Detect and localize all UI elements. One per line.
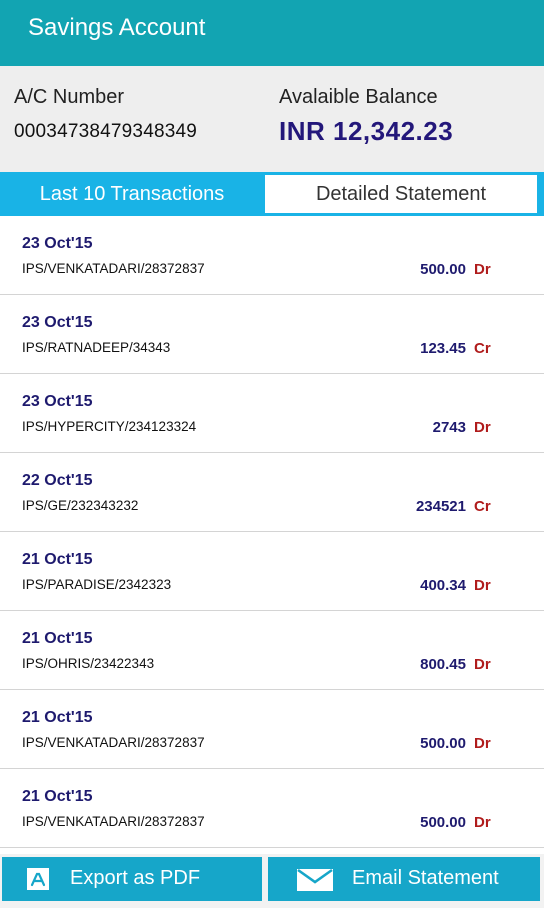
transaction-type: Dr bbox=[474, 577, 491, 594]
transaction-date: 23 Oct'15 bbox=[22, 235, 93, 252]
tab-last-10-transactions[interactable]: Last 10 Transactions bbox=[0, 172, 264, 216]
balance-amount: INR 12,342.23 bbox=[279, 116, 454, 146]
transaction-date: 23 Oct'15 bbox=[22, 314, 93, 331]
account-number: 00034738479348349 bbox=[14, 121, 198, 142]
transaction-type: Dr bbox=[474, 656, 491, 673]
transaction-amount: 500.00 bbox=[420, 735, 466, 752]
account-number-label: A/C Number bbox=[14, 86, 125, 108]
transaction-row[interactable]: 23 Oct'15 IPS/RATNADEEP/34343 123.45 Cr bbox=[0, 295, 544, 374]
transaction-description: IPS/VENKATADARI/28372837 bbox=[22, 814, 205, 829]
transaction-date: 22 Oct'15 bbox=[22, 472, 93, 489]
transaction-row[interactable]: 21 Oct'15 IPS/VENKATADARI/28372837 500.00 D… bbox=[0, 690, 544, 769]
account-summary: A/C Number 00034738479348349 Avalaible B… bbox=[0, 66, 544, 172]
transaction-type: Dr bbox=[474, 261, 491, 278]
transaction-date: 21 Oct'15 bbox=[22, 551, 93, 568]
balance-label: Avalaible Balance bbox=[279, 86, 438, 108]
transaction-row[interactable]: 23 Oct'15 IPS/HYPERCITY/234123324 2743 Dr bbox=[0, 374, 544, 453]
email-statement-button[interactable]: Email Statement bbox=[268, 857, 540, 901]
export-pdf-label: Export as PDF bbox=[70, 867, 201, 889]
transaction-date: 21 Oct'15 bbox=[22, 788, 93, 805]
footer-bar: Export as PDF Email Statement bbox=[0, 854, 544, 908]
transaction-amount: 400.34 bbox=[420, 577, 466, 594]
transaction-list: 23 Oct'15 IPS/VENKATADARI/28372837 500.00 D… bbox=[0, 216, 544, 848]
tab-bar: Last 10 Transactions Detailed Statement bbox=[0, 172, 544, 216]
transaction-row[interactable]: 21 Oct'15 IPS/OHRIS/23422343 800.45 Dr bbox=[0, 611, 544, 690]
app-header: Savings Account bbox=[0, 0, 544, 66]
envelope-icon bbox=[296, 868, 334, 898]
transaction-description: IPS/VENKATADARI/28372837 bbox=[22, 735, 205, 750]
pdf-icon bbox=[26, 867, 50, 897]
transaction-type: Dr bbox=[474, 419, 491, 436]
transaction-type: Cr bbox=[474, 340, 491, 357]
transaction-amount: 500.00 bbox=[420, 261, 466, 278]
email-statement-label: Email Statement bbox=[352, 867, 499, 889]
transaction-description: IPS/PARADISE/2342323 bbox=[22, 577, 172, 592]
transaction-row[interactable]: 21 Oct'15 IPS/PARADISE/2342323 400.34 Dr bbox=[0, 532, 544, 611]
transaction-description: IPS/HYPERCITY/234123324 bbox=[22, 419, 197, 434]
transaction-type: Cr bbox=[474, 498, 491, 515]
transaction-amount: 500.00 bbox=[420, 814, 466, 831]
page-title: Savings Account bbox=[28, 14, 206, 41]
tab-detailed-statement[interactable]: Detailed Statement bbox=[264, 174, 538, 214]
transaction-type: Dr bbox=[474, 814, 491, 831]
transaction-row[interactable]: 21 Oct'15 IPS/VENKATADARI/28372837 500.00 D… bbox=[0, 769, 544, 848]
transaction-amount: 123.45 bbox=[420, 340, 466, 357]
transaction-type: Dr bbox=[474, 735, 491, 752]
transaction-row[interactable]: 22 Oct'15 IPS/GE/232343232 234521 Cr bbox=[0, 453, 544, 532]
transaction-amount: 234521 bbox=[415, 498, 466, 515]
transaction-description: IPS/OHRIS/23422343 bbox=[22, 656, 155, 671]
transaction-description: IPS/VENKATADARI/28372837 bbox=[22, 261, 205, 276]
transaction-date: 21 Oct'15 bbox=[22, 709, 93, 726]
export-pdf-button[interactable]: Export as PDF bbox=[2, 857, 262, 901]
transaction-description: IPS/RATNADEEP/34343 bbox=[22, 340, 171, 355]
transaction-row[interactable]: 23 Oct'15 IPS/VENKATADARI/28372837 500.00 D… bbox=[0, 216, 544, 295]
transaction-description: IPS/GE/232343232 bbox=[22, 498, 139, 513]
transaction-amount: 800.45 bbox=[420, 656, 466, 673]
transaction-date: 21 Oct'15 bbox=[22, 630, 93, 647]
transaction-date: 23 Oct'15 bbox=[22, 393, 93, 410]
transaction-amount: 2743 bbox=[432, 419, 466, 436]
